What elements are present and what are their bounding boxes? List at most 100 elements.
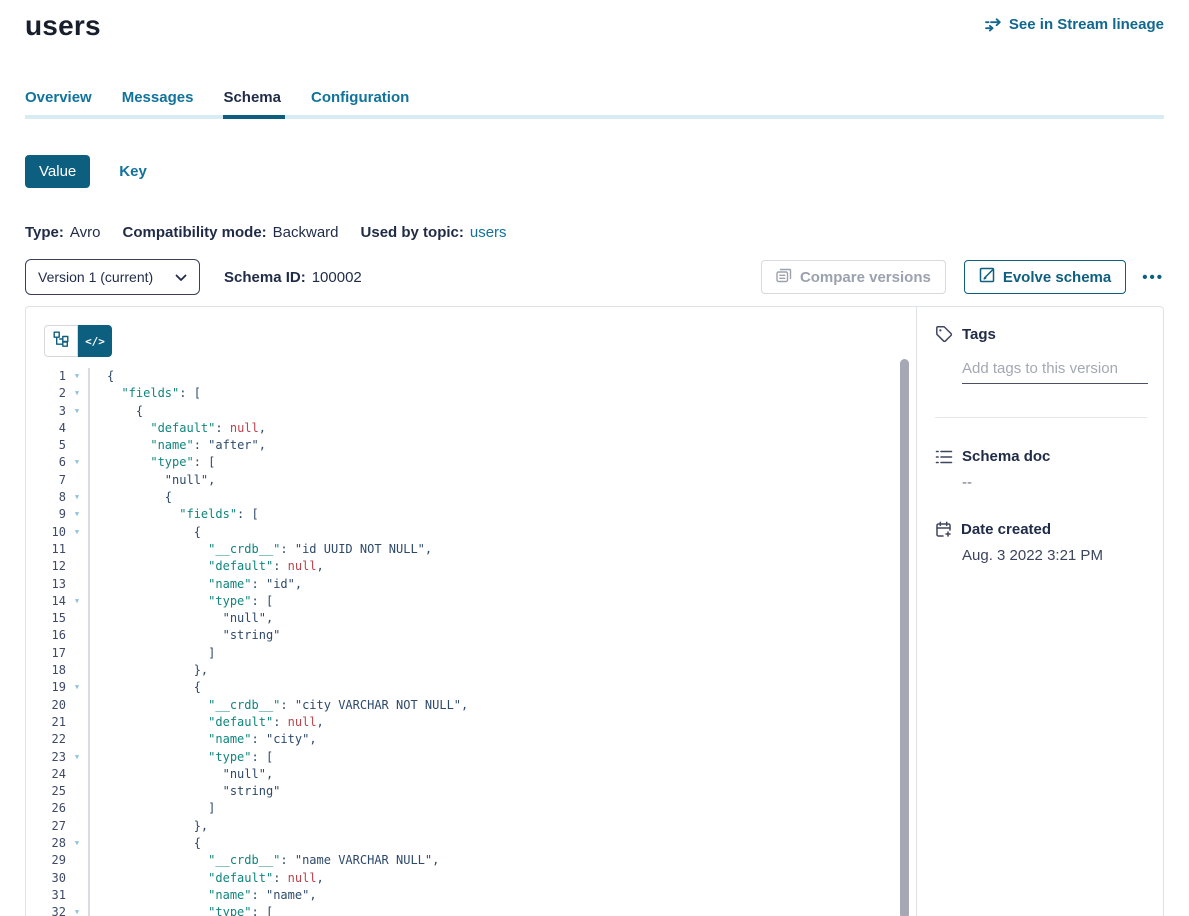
edit-icon bbox=[979, 267, 995, 287]
collapse-arrow-icon[interactable]: ▼ bbox=[66, 679, 88, 696]
schema-doc-header: Schema doc bbox=[935, 448, 1147, 465]
line-number: 21 bbox=[26, 714, 66, 731]
value-toggle-button[interactable]: Value bbox=[25, 155, 90, 188]
collapse-arrow-placeholder bbox=[66, 541, 88, 558]
collapse-arrow-icon[interactable]: ▼ bbox=[66, 489, 88, 506]
line-number: 17 bbox=[26, 645, 66, 662]
code-line: 30 "default": null, bbox=[26, 870, 916, 887]
code-scrollbar[interactable] bbox=[900, 359, 909, 916]
line-number: 14 bbox=[26, 593, 66, 610]
collapse-arrow-icon[interactable]: ▼ bbox=[66, 403, 88, 420]
tree-view-button[interactable] bbox=[44, 325, 78, 357]
code-text: { bbox=[88, 524, 916, 541]
code-text: "__crdb__": "id UUID NOT NULL", bbox=[88, 541, 916, 558]
code-line: 20 "__crdb__": "city VARCHAR NOT NULL", bbox=[26, 697, 916, 714]
tab-schema[interactable]: Schema bbox=[223, 89, 281, 115]
code-line: 12 "default": null, bbox=[26, 558, 916, 575]
collapse-arrow-icon[interactable]: ▼ bbox=[66, 368, 88, 385]
evolve-schema-label: Evolve schema bbox=[1003, 269, 1111, 286]
stream-lineage-label: See in Stream lineage bbox=[1009, 16, 1164, 33]
code-text: "name": "name", bbox=[88, 887, 916, 904]
evolve-schema-button[interactable]: Evolve schema bbox=[964, 260, 1126, 294]
compatibility-mode-label: Compatibility mode: bbox=[122, 224, 266, 241]
tab-underline-track bbox=[25, 115, 1164, 119]
line-number: 29 bbox=[26, 852, 66, 869]
date-created-title: Date created bbox=[961, 521, 1051, 538]
code-line: 24 "null", bbox=[26, 766, 916, 783]
code-text: }, bbox=[88, 662, 916, 679]
collapse-arrow-placeholder bbox=[66, 610, 88, 627]
date-created-header: Date created bbox=[935, 521, 1147, 538]
code-line: 21 "default": null, bbox=[26, 714, 916, 731]
code-text: "type": [ bbox=[88, 904, 916, 916]
code-text: "default": null, bbox=[88, 714, 916, 731]
code-line: 2▼ "fields": [ bbox=[26, 385, 916, 402]
line-number: 24 bbox=[26, 766, 66, 783]
tab-overview[interactable]: Overview bbox=[25, 89, 92, 115]
collapse-arrow-icon[interactable]: ▼ bbox=[66, 749, 88, 766]
code-text: }, bbox=[88, 818, 916, 835]
collapse-arrow-icon[interactable]: ▼ bbox=[66, 454, 88, 471]
schema-page: users See in Stream lineage Overview Mes… bbox=[0, 0, 1189, 916]
code-text: "__crdb__": "city VARCHAR NOT NULL", bbox=[88, 697, 916, 714]
stream-lineage-link[interactable]: See in Stream lineage bbox=[985, 16, 1164, 33]
tags-section-header: Tags bbox=[935, 325, 1147, 343]
collapse-arrow-icon[interactable]: ▼ bbox=[66, 385, 88, 402]
collapse-arrow-placeholder bbox=[66, 645, 88, 662]
code-line: 27 }, bbox=[26, 818, 916, 835]
line-number: 13 bbox=[26, 576, 66, 593]
code-line: 8▼ { bbox=[26, 489, 916, 506]
compare-versions-button[interactable]: Compare versions bbox=[761, 260, 946, 294]
schema-controls-row: Version 1 (current) Schema ID: 100002 Co… bbox=[25, 259, 1164, 295]
view-toggle: </> bbox=[44, 325, 112, 357]
add-tags-input[interactable] bbox=[962, 358, 1148, 384]
compare-versions-label: Compare versions bbox=[800, 269, 931, 286]
collapse-arrow-placeholder bbox=[66, 576, 88, 593]
code-line: 6▼ "type": [ bbox=[26, 454, 916, 471]
line-number: 6 bbox=[26, 454, 66, 471]
line-number: 23 bbox=[26, 749, 66, 766]
version-select[interactable]: Version 1 (current) bbox=[25, 259, 200, 295]
page-header: users See in Stream lineage bbox=[25, 0, 1164, 42]
date-created-value: Aug. 3 2022 3:21 PM bbox=[962, 547, 1147, 564]
collapse-arrow-icon[interactable]: ▼ bbox=[66, 524, 88, 541]
collapse-arrow-icon[interactable]: ▼ bbox=[66, 835, 88, 852]
tab-messages[interactable]: Messages bbox=[122, 89, 194, 115]
code-text: "fields": [ bbox=[88, 385, 916, 402]
code-text: "default": null, bbox=[88, 870, 916, 887]
line-number: 5 bbox=[26, 437, 66, 454]
topic-link[interactable]: users bbox=[470, 224, 507, 241]
code-text: "__crdb__": "name VARCHAR NULL", bbox=[88, 852, 916, 869]
used-by-topic: Used by topic: users bbox=[361, 224, 507, 241]
line-number: 22 bbox=[26, 731, 66, 748]
tab-configuration[interactable]: Configuration bbox=[311, 89, 409, 115]
schema-id-value: 100002 bbox=[312, 269, 362, 286]
key-toggle-link[interactable]: Key bbox=[119, 163, 147, 180]
compatibility-mode: Compatibility mode: Backward bbox=[122, 224, 338, 241]
line-number: 11 bbox=[26, 541, 66, 558]
code-text: "name": "id", bbox=[88, 576, 916, 593]
code-line: 16 "string" bbox=[26, 627, 916, 644]
sidebar-divider bbox=[935, 417, 1147, 418]
collapse-arrow-icon[interactable]: ▼ bbox=[66, 506, 88, 523]
more-actions-button[interactable]: ••• bbox=[1142, 269, 1164, 286]
collapse-arrow-placeholder bbox=[66, 766, 88, 783]
code-text: "name": "city", bbox=[88, 731, 916, 748]
tree-view-icon bbox=[53, 331, 69, 352]
collapse-arrow-icon[interactable]: ▼ bbox=[66, 904, 88, 916]
code-text: "null", bbox=[88, 610, 916, 627]
code-line: 13 "name": "id", bbox=[26, 576, 916, 593]
code-line: 28▼ { bbox=[26, 835, 916, 852]
schema-doc-section: Schema doc -- bbox=[935, 448, 1147, 491]
collapse-arrow-icon[interactable]: ▼ bbox=[66, 593, 88, 610]
line-number: 31 bbox=[26, 887, 66, 904]
schema-sidebar: Tags Schema doc -- bbox=[917, 307, 1163, 916]
collapse-arrow-placeholder bbox=[66, 800, 88, 817]
tags-title: Tags bbox=[962, 326, 996, 343]
collapse-arrow-placeholder bbox=[66, 870, 88, 887]
code-line: 1▼{ bbox=[26, 368, 916, 385]
line-number: 16 bbox=[26, 627, 66, 644]
collapse-arrow-placeholder bbox=[66, 783, 88, 800]
code-view-button[interactable]: </> bbox=[78, 325, 112, 357]
schema-id: Schema ID: 100002 bbox=[224, 269, 362, 286]
